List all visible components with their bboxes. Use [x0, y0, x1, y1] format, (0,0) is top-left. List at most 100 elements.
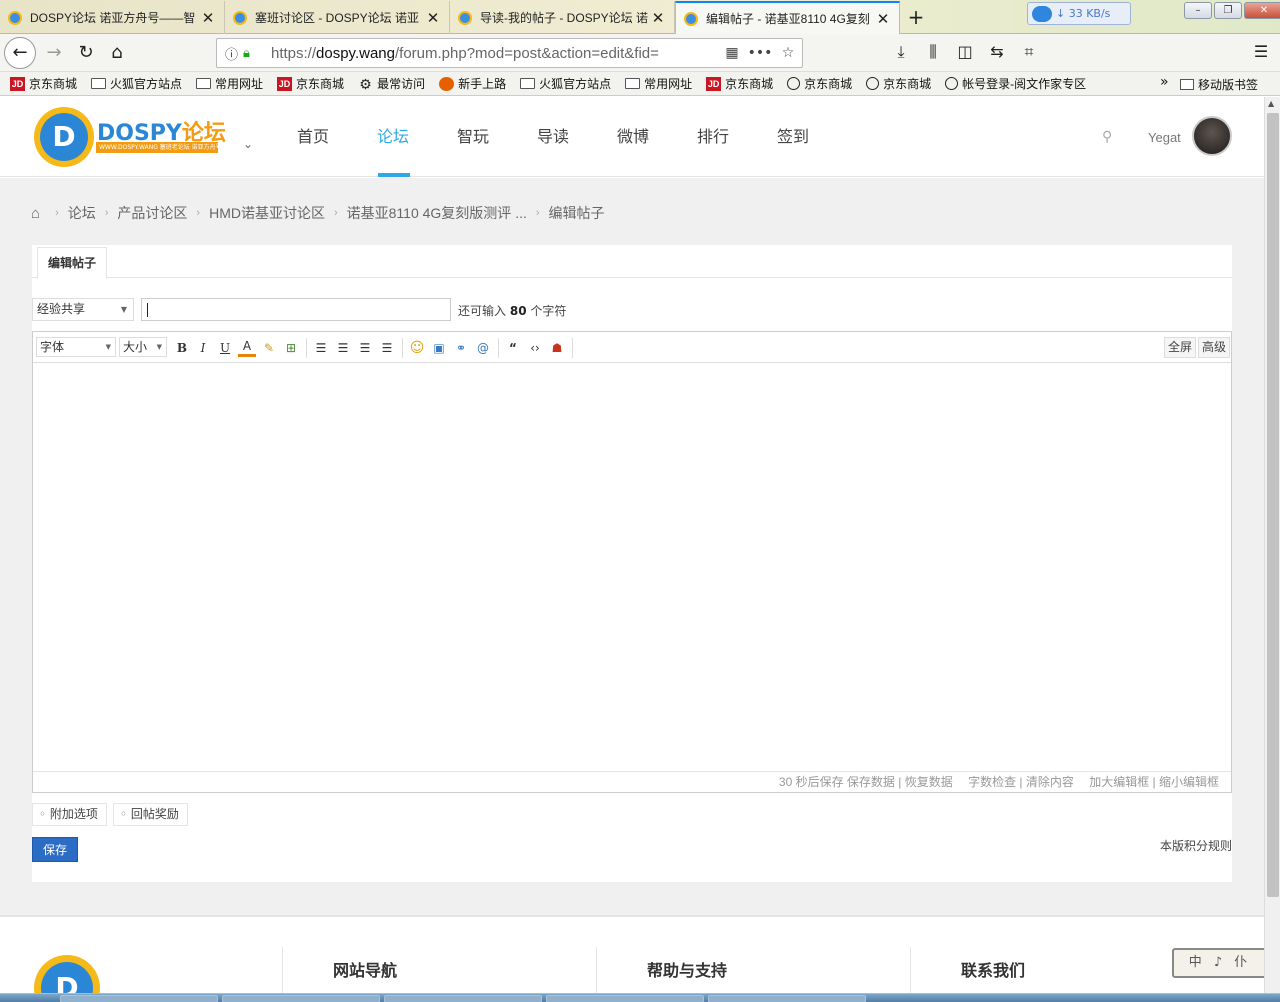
breadcrumb-item[interactable]: 诺基亚8110 4G复刻版测评 ...	[347, 203, 527, 223]
scroll-up-icon[interactable]: ▲	[1268, 99, 1274, 108]
tab-edit-post[interactable]: 编辑帖子	[37, 247, 108, 279]
taskbar-item[interactable]	[60, 995, 218, 1002]
font-family-select[interactable]: 字体 ▼	[36, 337, 116, 357]
align-justify-icon[interactable]: ☰	[378, 339, 396, 357]
menu-icon[interactable]: ☰	[1250, 42, 1272, 61]
editor-textarea[interactable]	[33, 363, 1231, 771]
browser-tab[interactable]: 塞班讨论区 - DOSPY论坛 诺亚 ✕	[225, 1, 450, 34]
align-center-icon[interactable]: ☰	[334, 339, 352, 357]
bookmark-folder[interactable]: 火狐官方站点	[91, 75, 182, 92]
qr-code-icon[interactable]: ▦	[718, 45, 746, 61]
browser-tab[interactable]: 导读-我的帖子 - DOSPY论坛 诺 ✕	[450, 1, 675, 34]
sidebar-icon[interactable]: ◫	[954, 42, 976, 61]
home-icon[interactable]: ⌂	[31, 205, 40, 222]
fullscreen-button[interactable]: 全屏	[1164, 337, 1197, 358]
taskbar-item[interactable]	[222, 995, 380, 1002]
breadcrumb-item[interactable]: 产品讨论区	[117, 203, 187, 223]
nav-checkin[interactable]: 签到	[768, 97, 818, 177]
autosave-status[interactable]: 30 秒后保存 保存数据 | 恢复数据	[779, 775, 953, 789]
advanced-button[interactable]: 高级	[1198, 337, 1231, 358]
nav-weibo[interactable]: 微博	[608, 97, 658, 177]
align-left-icon[interactable]: ☰	[312, 339, 330, 357]
browser-tab-active[interactable]: 编辑帖子 - 诺基亚8110 4G复刻 ✕	[675, 1, 900, 34]
url-text[interactable]: https://dospy.wang/forum.php?mod=post&ac…	[271, 45, 718, 62]
lock-icon[interactable]: 🔒︎	[243, 46, 261, 61]
bookmark-item[interactable]: 新手上路	[439, 75, 506, 92]
emoji-icon[interactable]: ☺	[408, 339, 426, 357]
bookmark-item[interactable]: JD 京东商城	[10, 75, 77, 92]
mobile-bookmarks[interactable]: 移动版书签	[1180, 76, 1258, 93]
post-type-select[interactable]: 经验共享 ▼	[32, 298, 134, 321]
minimize-button[interactable]: –	[1184, 2, 1212, 19]
nav-guide[interactable]: 导读	[528, 97, 578, 177]
credit-rules-link[interactable]: 本版积分规则	[1160, 837, 1232, 854]
bookmark-folder[interactable]: 常用网址	[196, 75, 263, 92]
screenshot-icon[interactable]: ⌗	[1018, 42, 1040, 62]
page-actions-icon[interactable]: •••	[746, 45, 774, 61]
username[interactable]: Yegat	[1148, 130, 1181, 145]
taskbar-item[interactable]	[546, 995, 704, 1002]
underline-button[interactable]: U	[216, 339, 234, 357]
close-tab-icon[interactable]: ✕	[425, 9, 441, 27]
link-add-icon[interactable]: ⊞	[282, 339, 300, 357]
bookmark-item[interactable]: JD 京东商城	[706, 75, 773, 92]
qq-icon[interactable]: ☗	[548, 339, 566, 357]
url-bar[interactable]: ⓘ 🔒︎ https://dospy.wang/forum.php?mod=po…	[216, 38, 803, 68]
close-tab-icon[interactable]: ✕	[875, 10, 891, 28]
info-icon[interactable]: ⓘ	[225, 44, 243, 63]
quote-icon[interactable]: “	[504, 339, 522, 357]
page-scrollbar[interactable]: ▲	[1264, 97, 1280, 1002]
word-check-links[interactable]: 字数检查 | 清除内容	[968, 775, 1074, 789]
resize-editor-links[interactable]: 加大编辑框 | 缩小编辑框	[1089, 775, 1219, 789]
close-tab-icon[interactable]: ✕	[650, 9, 666, 27]
bookmark-folder[interactable]: ⚙ 最常访问	[358, 75, 425, 92]
spellcheck-icon[interactable]: ✎	[260, 339, 278, 357]
bookmark-folder[interactable]: 常用网址	[625, 75, 692, 92]
italic-button[interactable]: I	[194, 339, 212, 357]
post-title-input[interactable]	[141, 298, 451, 321]
library-icon[interactable]: ⫼	[922, 42, 944, 62]
mention-icon[interactable]: @	[474, 339, 492, 357]
bookmark-folder[interactable]: 火狐官方站点	[520, 75, 611, 92]
close-tab-icon[interactable]: ✕	[200, 9, 216, 27]
window-close-button[interactable]: ✕	[1244, 2, 1280, 19]
home-button[interactable]: ⌂	[102, 39, 132, 67]
bookmark-star-icon[interactable]: ☆	[774, 45, 802, 61]
font-size-select[interactable]: 大小 ▼	[119, 337, 167, 357]
reply-reward-toggle[interactable]: 回帖奖励	[113, 803, 188, 826]
bookmarks-overflow-icon[interactable]: »	[1160, 74, 1169, 90]
attachment-icon[interactable]: ⚭	[452, 339, 470, 357]
downloads-icon[interactable]: ⤓	[890, 42, 912, 62]
bold-button[interactable]: B	[173, 339, 191, 357]
nav-ranking[interactable]: 排行	[688, 97, 738, 177]
forward-button[interactable]: →	[39, 39, 69, 67]
breadcrumb-item[interactable]: HMD诺基亚讨论区	[209, 203, 325, 223]
code-icon[interactable]: ‹›	[526, 339, 544, 357]
ime-status-bar[interactable]: 中 ♪ 仆	[1172, 948, 1268, 978]
avatar[interactable]	[1192, 116, 1232, 156]
search-icon[interactable]: ⚲	[1102, 129, 1112, 145]
extra-options-toggle[interactable]: 附加选项	[32, 803, 107, 826]
nav-home[interactable]: 首页	[288, 97, 338, 177]
taskbar-item[interactable]	[708, 995, 866, 1002]
nav-zhiwan[interactable]: 智玩	[448, 97, 498, 177]
image-icon[interactable]: ▣	[430, 339, 448, 357]
taskbar-item[interactable]	[384, 995, 542, 1002]
download-speed-indicator[interactable]: ↓ 33 KB/s	[1027, 2, 1131, 25]
bookmark-item[interactable]: 京东商城	[787, 75, 852, 92]
save-button[interactable]: 保存	[32, 837, 78, 862]
maximize-button[interactable]: ❐	[1214, 2, 1242, 19]
nav-forum[interactable]: 论坛	[368, 97, 418, 177]
browser-tab[interactable]: DOSPY论坛 诺亚方舟号——智 ✕	[0, 1, 225, 34]
bookmark-item[interactable]: 帐号登录-阅文作家专区	[945, 75, 1086, 92]
reload-button[interactable]: ↻	[71, 39, 101, 67]
align-right-icon[interactable]: ☰	[356, 339, 374, 357]
back-button[interactable]: ←	[4, 37, 36, 69]
sync-icon[interactable]: ⇆	[986, 42, 1008, 61]
breadcrumb-item[interactable]: 论坛	[68, 203, 96, 223]
bookmark-item[interactable]: 京东商城	[866, 75, 931, 92]
chevron-down-icon[interactable]: ⌄	[243, 137, 253, 151]
font-color-button[interactable]: A	[238, 339, 256, 357]
site-logo[interactable]: D	[34, 107, 94, 167]
new-tab-button[interactable]: +	[904, 5, 928, 29]
